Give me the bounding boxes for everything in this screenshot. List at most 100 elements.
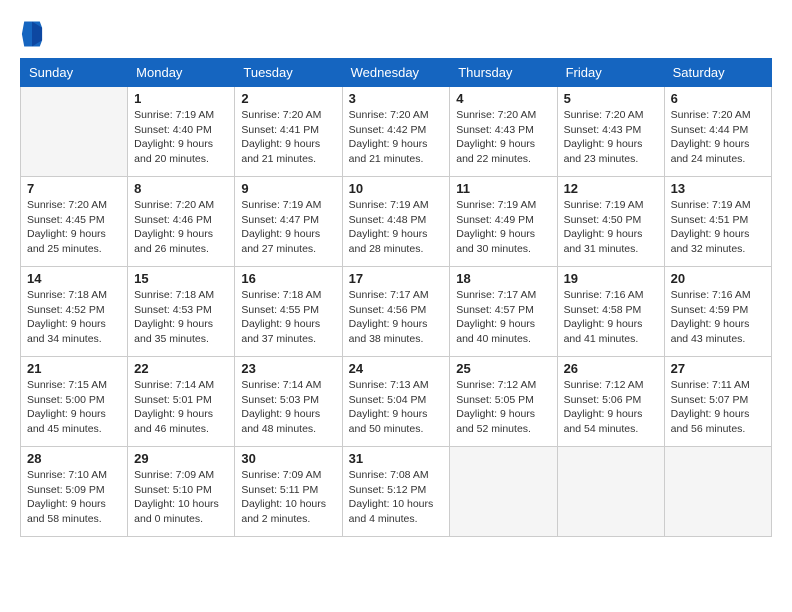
day-number: 31 — [349, 451, 444, 466]
calendar-day-cell: 10Sunrise: 7:19 AM Sunset: 4:48 PM Dayli… — [342, 177, 450, 267]
day-number: 4 — [456, 91, 550, 106]
day-of-week-header: Sunday — [21, 59, 128, 87]
day-number: 28 — [27, 451, 121, 466]
day-info: Sunrise: 7:17 AM Sunset: 4:57 PM Dayligh… — [456, 288, 550, 347]
calendar-table: SundayMondayTuesdayWednesdayThursdayFrid… — [20, 58, 772, 537]
day-info: Sunrise: 7:19 AM Sunset: 4:48 PM Dayligh… — [349, 198, 444, 257]
day-info: Sunrise: 7:10 AM Sunset: 5:09 PM Dayligh… — [27, 468, 121, 527]
page-header — [20, 20, 772, 48]
day-info: Sunrise: 7:20 AM Sunset: 4:43 PM Dayligh… — [456, 108, 550, 167]
day-number: 19 — [564, 271, 658, 286]
calendar-day-cell: 9 Sunrise: 7:19 AM Sunset: 4:47 PM Daylig… — [235, 177, 342, 267]
calendar-day-cell: 4 Sunrise: 7:20 AM Sunset: 4:43 PM Daylig… — [450, 87, 557, 177]
day-number: 24 — [349, 361, 444, 376]
day-info: Sunrise: 7:20 AM Sunset: 4:46 PM Dayligh… — [134, 198, 228, 257]
day-number: 26 — [564, 361, 658, 376]
calendar-day-cell: 11 Sunrise: 7:19 AM Sunset: 4:49 PM Dayli… — [450, 177, 557, 267]
day-info: Sunrise: 7:16 AM Sunset: 4:58 PM Dayligh… — [564, 288, 658, 347]
day-info: Sunrise: 7:09 AM Sunset: 5:10 PM Dayligh… — [134, 468, 228, 527]
calendar-day-cell: 16 Sunrise: 7:18 AM Sunset: 4:55 PM Dayli… — [235, 267, 342, 357]
calendar-day-cell: 2Sunrise: 7:20 AM Sunset: 4:41 PM Daylig… — [235, 87, 342, 177]
logo-icon — [20, 20, 44, 48]
calendar-day-cell: 7 Sunrise: 7:20 AM Sunset: 4:45 PM Daylig… — [21, 177, 128, 267]
day-number: 3 — [349, 91, 444, 106]
day-number: 30 — [241, 451, 335, 466]
day-number: 6 — [671, 91, 765, 106]
day-info: Sunrise: 7:12 AM Sunset: 5:05 PM Dayligh… — [456, 378, 550, 437]
calendar-day-cell: 28 Sunrise: 7:10 AM Sunset: 5:09 PM Dayli… — [21, 447, 128, 537]
calendar-day-cell: 17 Sunrise: 7:17 AM Sunset: 4:56 PM Dayli… — [342, 267, 450, 357]
day-info: Sunrise: 7:19 AM Sunset: 4:40 PM Dayligh… — [134, 108, 228, 167]
day-info: Sunrise: 7:14 AM Sunset: 5:03 PM Dayligh… — [241, 378, 335, 437]
calendar-day-cell: 20 Sunrise: 7:16 AM Sunset: 4:59 PM Dayli… — [664, 267, 771, 357]
day-info: Sunrise: 7:13 AM Sunset: 5:04 PM Dayligh… — [349, 378, 444, 437]
calendar-day-cell: 12 Sunrise: 7:19 AM Sunset: 4:50 PM Dayli… — [557, 177, 664, 267]
day-number: 17 — [349, 271, 444, 286]
day-of-week-header: Monday — [128, 59, 235, 87]
calendar-day-cell: 15Sunrise: 7:18 AM Sunset: 4:53 PM Dayli… — [128, 267, 235, 357]
calendar-day-cell — [450, 447, 557, 537]
day-number: 22 — [134, 361, 228, 376]
day-info: Sunrise: 7:18 AM Sunset: 4:55 PM Dayligh… — [241, 288, 335, 347]
day-info: Sunrise: 7:19 AM Sunset: 4:49 PM Dayligh… — [456, 198, 550, 257]
day-info: Sunrise: 7:16 AM Sunset: 4:59 PM Dayligh… — [671, 288, 765, 347]
day-info: Sunrise: 7:20 AM Sunset: 4:44 PM Dayligh… — [671, 108, 765, 167]
day-info: Sunrise: 7:20 AM Sunset: 4:41 PM Dayligh… — [241, 108, 335, 167]
calendar-day-cell: 31 Sunrise: 7:08 AM Sunset: 5:12 PM Dayli… — [342, 447, 450, 537]
calendar-day-cell: 25Sunrise: 7:12 AM Sunset: 5:05 PM Dayli… — [450, 357, 557, 447]
calendar-day-cell: 27Sunrise: 7:11 AM Sunset: 5:07 PM Dayli… — [664, 357, 771, 447]
day-info: Sunrise: 7:14 AM Sunset: 5:01 PM Dayligh… — [134, 378, 228, 437]
day-number: 29 — [134, 451, 228, 466]
day-number: 16 — [241, 271, 335, 286]
calendar-day-cell — [21, 87, 128, 177]
calendar-day-cell: 1 Sunrise: 7:19 AM Sunset: 4:40 PM Daylig… — [128, 87, 235, 177]
day-info: Sunrise: 7:09 AM Sunset: 5:11 PM Dayligh… — [241, 468, 335, 527]
day-info: Sunrise: 7:20 AM Sunset: 4:45 PM Dayligh… — [27, 198, 121, 257]
day-of-week-header: Tuesday — [235, 59, 342, 87]
day-number: 7 — [27, 181, 121, 196]
calendar-day-cell — [557, 447, 664, 537]
calendar-day-cell: 29 Sunrise: 7:09 AM Sunset: 5:10 PM Dayli… — [128, 447, 235, 537]
calendar-week-row: 21 Sunrise: 7:15 AM Sunset: 5:00 PM Dayli… — [21, 357, 772, 447]
calendar-week-row: 28 Sunrise: 7:10 AM Sunset: 5:09 PM Dayli… — [21, 447, 772, 537]
day-number: 1 — [134, 91, 228, 106]
calendar-day-cell — [664, 447, 771, 537]
day-info: Sunrise: 7:18 AM Sunset: 4:53 PM Dayligh… — [134, 288, 228, 347]
day-number: 18 — [456, 271, 550, 286]
day-info: Sunrise: 7:19 AM Sunset: 4:47 PM Dayligh… — [241, 198, 335, 257]
day-info: Sunrise: 7:19 AM Sunset: 4:50 PM Dayligh… — [564, 198, 658, 257]
day-info: Sunrise: 7:18 AM Sunset: 4:52 PM Dayligh… — [27, 288, 121, 347]
day-info: Sunrise: 7:17 AM Sunset: 4:56 PM Dayligh… — [349, 288, 444, 347]
day-number: 8 — [134, 181, 228, 196]
day-number: 21 — [27, 361, 121, 376]
calendar-day-cell: 19 Sunrise: 7:16 AM Sunset: 4:58 PM Dayli… — [557, 267, 664, 357]
day-number: 20 — [671, 271, 765, 286]
day-of-week-header: Friday — [557, 59, 664, 87]
calendar-day-cell: 24 Sunrise: 7:13 AM Sunset: 5:04 PM Dayli… — [342, 357, 450, 447]
day-of-week-header: Saturday — [664, 59, 771, 87]
day-number: 11 — [456, 181, 550, 196]
calendar-day-cell: 22 Sunrise: 7:14 AM Sunset: 5:01 PM Dayli… — [128, 357, 235, 447]
logo — [20, 20, 48, 48]
day-info: Sunrise: 7:15 AM Sunset: 5:00 PM Dayligh… — [27, 378, 121, 437]
day-number: 23 — [241, 361, 335, 376]
day-number: 13 — [671, 181, 765, 196]
day-info: Sunrise: 7:08 AM Sunset: 5:12 PM Dayligh… — [349, 468, 444, 527]
day-of-week-header: Wednesday — [342, 59, 450, 87]
calendar-day-cell: 18 Sunrise: 7:17 AM Sunset: 4:57 PM Dayli… — [450, 267, 557, 357]
day-number: 5 — [564, 91, 658, 106]
day-info: Sunrise: 7:12 AM Sunset: 5:06 PM Dayligh… — [564, 378, 658, 437]
calendar-week-row: 14Sunrise: 7:18 AM Sunset: 4:52 PM Dayli… — [21, 267, 772, 357]
calendar-week-row: 1 Sunrise: 7:19 AM Sunset: 4:40 PM Daylig… — [21, 87, 772, 177]
day-info: Sunrise: 7:20 AM Sunset: 4:42 PM Dayligh… — [349, 108, 444, 167]
calendar-day-cell: 21 Sunrise: 7:15 AM Sunset: 5:00 PM Dayli… — [21, 357, 128, 447]
calendar-day-cell: 5 Sunrise: 7:20 AM Sunset: 4:43 PM Daylig… — [557, 87, 664, 177]
day-info: Sunrise: 7:20 AM Sunset: 4:43 PM Dayligh… — [564, 108, 658, 167]
day-number: 12 — [564, 181, 658, 196]
calendar-day-cell: 8 Sunrise: 7:20 AM Sunset: 4:46 PM Daylig… — [128, 177, 235, 267]
calendar-day-cell: 3 Sunrise: 7:20 AM Sunset: 4:42 PM Daylig… — [342, 87, 450, 177]
day-number: 9 — [241, 181, 335, 196]
calendar-day-cell: 13Sunrise: 7:19 AM Sunset: 4:51 PM Dayli… — [664, 177, 771, 267]
calendar-week-row: 7 Sunrise: 7:20 AM Sunset: 4:45 PM Daylig… — [21, 177, 772, 267]
day-of-week-header: Thursday — [450, 59, 557, 87]
